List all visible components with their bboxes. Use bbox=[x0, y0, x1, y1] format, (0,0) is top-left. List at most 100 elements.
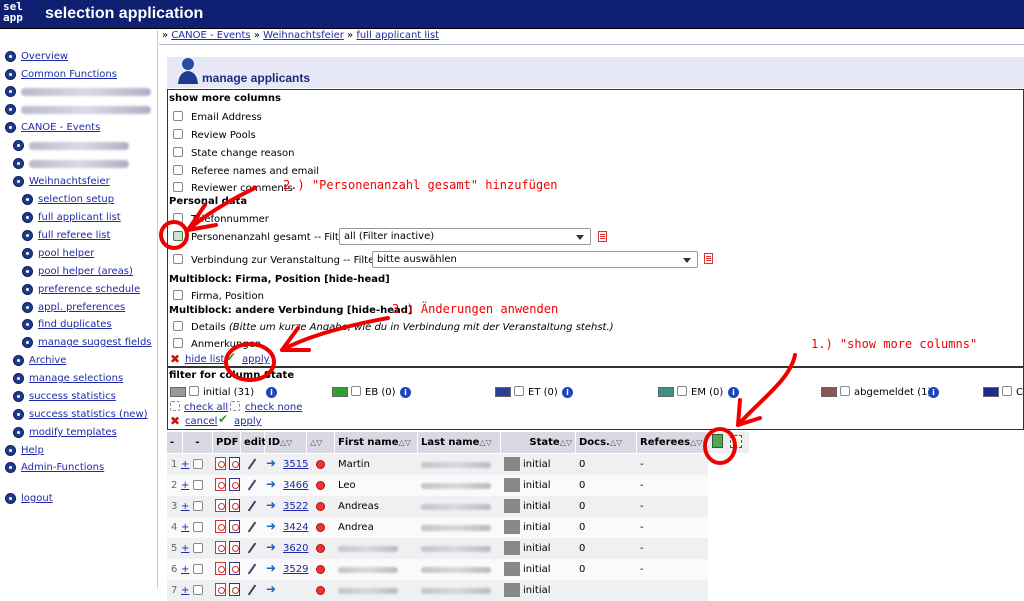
cancel-link[interactable]: cancel bbox=[185, 416, 217, 427]
edit-pencil-icon[interactable] bbox=[247, 563, 257, 575]
pdf-icon[interactable] bbox=[215, 583, 226, 596]
expand-row-link[interactable]: + bbox=[181, 538, 189, 558]
state-change-reason-checkbox[interactable] bbox=[173, 147, 183, 157]
referee-names-checkbox[interactable] bbox=[173, 165, 183, 175]
pdf-export-icon[interactable] bbox=[229, 457, 240, 470]
pdf-icon[interactable] bbox=[215, 520, 226, 533]
row-select-checkbox[interactable] bbox=[193, 543, 203, 553]
arrow-right-icon[interactable]: ➜ bbox=[266, 540, 276, 554]
row-select-checkbox[interactable] bbox=[193, 501, 203, 511]
arrow-right-icon[interactable]: ➜ bbox=[266, 582, 276, 596]
state-c-checkbox[interactable] bbox=[1002, 386, 1012, 396]
pdf-icon[interactable] bbox=[215, 562, 226, 575]
edit-pencil-icon[interactable] bbox=[247, 500, 257, 512]
applicant-id-link[interactable]: 3522 bbox=[283, 496, 308, 516]
row-select-checkbox[interactable] bbox=[193, 564, 203, 574]
applicant-id-link[interactable]: 3424 bbox=[283, 517, 308, 537]
applicant-id-link[interactable]: 3529 bbox=[283, 559, 308, 579]
applicant-id-link[interactable]: 3515 bbox=[283, 454, 308, 474]
email-checkbox[interactable] bbox=[173, 111, 183, 121]
edit-pencil-icon[interactable] bbox=[247, 521, 257, 533]
pdf-icon[interactable] bbox=[215, 541, 226, 554]
sort-icon[interactable]: △▽ bbox=[310, 438, 322, 447]
breadcrumb-canoe-events[interactable]: CANOE - Events bbox=[171, 30, 250, 41]
expand-row-link[interactable]: + bbox=[181, 559, 189, 579]
pdf-icon[interactable] bbox=[215, 499, 226, 512]
arrow-right-icon[interactable]: ➜ bbox=[266, 498, 276, 512]
pdf-export-icon[interactable] bbox=[229, 499, 240, 512]
firma-position-checkbox[interactable] bbox=[173, 290, 183, 300]
verbindung-checkbox[interactable] bbox=[173, 254, 183, 264]
sort-icon[interactable]: △▽ bbox=[610, 438, 622, 447]
anmerkungen-checkbox[interactable] bbox=[173, 338, 183, 348]
info-icon[interactable]: i bbox=[400, 387, 411, 398]
filter-icon[interactable] bbox=[730, 435, 742, 448]
edit-pencil-icon[interactable] bbox=[247, 479, 257, 491]
edit-pencil-icon[interactable] bbox=[247, 458, 257, 470]
expand-row-link[interactable]: + bbox=[181, 580, 189, 600]
check-none-link[interactable]: check none bbox=[245, 402, 302, 413]
hide-list-link[interactable]: hide list bbox=[185, 354, 224, 365]
col-header-status[interactable]: △▽ bbox=[307, 432, 335, 453]
pdf-export-icon[interactable] bbox=[229, 541, 240, 554]
filter-list-icon[interactable] bbox=[598, 231, 607, 242]
arrow-right-icon[interactable]: ➜ bbox=[266, 519, 276, 533]
sort-icon[interactable]: △▽ bbox=[479, 438, 491, 447]
show-columns-icon[interactable] bbox=[712, 434, 723, 448]
arrow-right-icon[interactable]: ➜ bbox=[266, 456, 276, 470]
breadcrumb-weihnachtsfeier[interactable]: Weihnachtsfeier bbox=[263, 30, 344, 41]
edit-pencil-icon[interactable] bbox=[247, 584, 257, 596]
col-header-state[interactable]: State△▽ bbox=[501, 432, 576, 453]
info-icon[interactable]: i bbox=[266, 387, 277, 398]
expand-row-link[interactable]: + bbox=[181, 517, 189, 537]
telefonnummer-checkbox[interactable] bbox=[173, 213, 183, 223]
info-icon[interactable]: i bbox=[728, 387, 739, 398]
pdf-export-icon[interactable] bbox=[229, 520, 240, 533]
edit-pencil-icon[interactable] bbox=[247, 542, 257, 554]
row-select-checkbox[interactable] bbox=[193, 585, 203, 595]
sort-icon[interactable]: △▽ bbox=[690, 438, 702, 447]
col-header-referees[interactable]: Referees△▽ bbox=[637, 432, 708, 453]
applicant-id-link[interactable]: 3466 bbox=[283, 475, 308, 495]
info-icon[interactable]: i bbox=[562, 387, 573, 398]
details-checkbox[interactable] bbox=[173, 321, 183, 331]
filter-list-icon[interactable] bbox=[704, 253, 713, 264]
pdf-export-icon[interactable] bbox=[229, 478, 240, 491]
reviewer-comments-checkbox[interactable] bbox=[173, 182, 183, 192]
breadcrumb-full-applicant-list[interactable]: full applicant list bbox=[356, 30, 439, 41]
pdf-icon[interactable] bbox=[215, 457, 226, 470]
personenanzahl-filter-select[interactable]: all (Filter inactive) bbox=[339, 228, 591, 245]
applicant-id-link[interactable]: 3620 bbox=[283, 538, 308, 558]
col-header-last-name[interactable]: Last name△▽ bbox=[418, 432, 501, 453]
col-header-docs[interactable]: Docs.△▽ bbox=[576, 432, 637, 453]
row-select-checkbox[interactable] bbox=[193, 480, 203, 490]
apply-filter-link[interactable]: apply bbox=[234, 416, 262, 427]
sort-icon[interactable]: △▽ bbox=[560, 438, 572, 447]
state-initial-checkbox[interactable] bbox=[189, 386, 199, 396]
review-pools-checkbox[interactable] bbox=[173, 129, 183, 139]
expand-row-link[interactable]: + bbox=[181, 454, 189, 474]
pdf-export-icon[interactable] bbox=[229, 583, 240, 596]
state-eb-checkbox[interactable] bbox=[351, 386, 361, 396]
pdf-icon[interactable] bbox=[215, 478, 226, 491]
expand-row-link[interactable]: + bbox=[181, 496, 189, 516]
state-et-checkbox[interactable] bbox=[514, 386, 524, 396]
sort-icon[interactable]: △▽ bbox=[398, 438, 410, 447]
arrow-right-icon[interactable]: ➜ bbox=[266, 561, 276, 575]
verbindung-filter-select[interactable]: bitte auswählen bbox=[372, 251, 698, 268]
expand-row-link[interactable]: + bbox=[181, 475, 189, 495]
row-select-checkbox[interactable] bbox=[193, 459, 203, 469]
row-select-checkbox[interactable] bbox=[193, 522, 203, 532]
col-header-minus[interactable]: - bbox=[167, 432, 183, 453]
state-abgemeldet-checkbox[interactable] bbox=[840, 386, 850, 396]
col-header-id[interactable]: ID△▽ bbox=[265, 432, 307, 453]
apply-columns-link[interactable]: apply bbox=[242, 354, 270, 365]
state-em-checkbox[interactable] bbox=[677, 386, 687, 396]
sort-icon[interactable]: △▽ bbox=[280, 438, 292, 447]
pdf-export-icon[interactable] bbox=[229, 562, 240, 575]
personenanzahl-checkbox[interactable] bbox=[173, 231, 183, 241]
col-header-minus[interactable]: - bbox=[183, 432, 213, 453]
info-icon[interactable]: i bbox=[928, 387, 939, 398]
col-header-first-name[interactable]: First name△▽ bbox=[335, 432, 418, 453]
arrow-right-icon[interactable]: ➜ bbox=[266, 477, 276, 491]
